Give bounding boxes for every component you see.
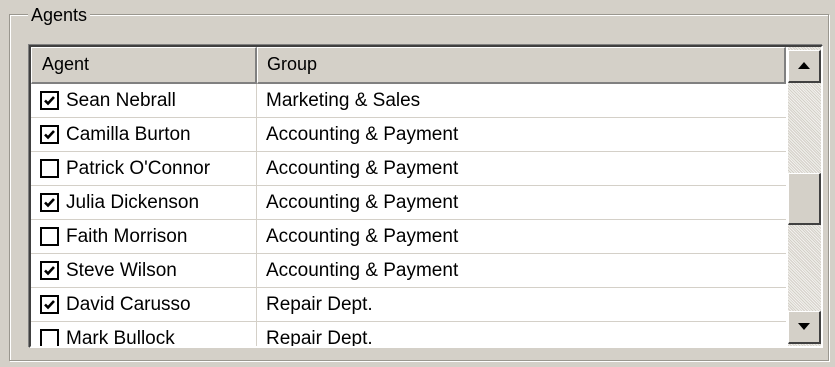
group-cell: Accounting & Payment — [266, 226, 459, 247]
group-cell: Accounting & Payment — [266, 192, 459, 213]
table-row[interactable]: David Carusso Repair Dept. — [31, 288, 786, 322]
group-cell: Repair Dept. — [266, 328, 373, 348]
column-header-agent[interactable]: Agent — [31, 47, 257, 84]
table-row[interactable]: Mark Bullock Repair Dept. — [31, 322, 786, 348]
agent-checkbox[interactable] — [40, 329, 59, 346]
table-row[interactable]: Sean Nebrall Marketing & Sales — [31, 84, 786, 118]
checkmark-icon — [44, 130, 55, 140]
group-cell: Repair Dept. — [266, 294, 373, 315]
agent-name: Camilla Burton — [66, 124, 191, 145]
agent-name: David Carusso — [66, 294, 191, 315]
agent-cell: Patrick O'Connor — [31, 152, 257, 185]
agent-name: Patrick O'Connor — [66, 158, 211, 179]
agent-checkbox[interactable] — [40, 125, 59, 144]
checkmark-icon — [44, 300, 55, 310]
arrow-up-icon — [798, 62, 810, 69]
agent-name: Steve Wilson — [66, 260, 177, 281]
agents-list-view[interactable]: Agent Group Sean Nebrall Marketing & Sal… — [29, 45, 823, 348]
agent-name: Julia Dickenson — [66, 192, 200, 213]
list-header: Agent Group — [31, 47, 786, 84]
scroll-down-button[interactable] — [788, 311, 821, 344]
agent-name: Sean Nebrall — [66, 90, 176, 111]
agent-cell: Julia Dickenson — [31, 186, 257, 219]
groupbox-title: Agents — [28, 5, 91, 25]
group-cell: Accounting & Payment — [266, 124, 459, 145]
scroll-up-button[interactable] — [788, 50, 821, 83]
agent-cell: Camilla Burton — [31, 118, 257, 151]
agent-cell: Steve Wilson — [31, 254, 257, 287]
group-cell: Accounting & Payment — [266, 260, 459, 281]
vertical-scrollbar[interactable] — [788, 47, 821, 346]
agent-cell: Faith Morrison — [31, 220, 257, 253]
checkmark-icon — [44, 198, 55, 208]
agent-cell: Sean Nebrall — [31, 84, 257, 117]
group-cell: Marketing & Sales — [266, 90, 421, 111]
agent-checkbox[interactable] — [40, 227, 59, 246]
agent-checkbox[interactable] — [40, 261, 59, 280]
agent-checkbox[interactable] — [40, 159, 59, 178]
table-row[interactable]: Camilla Burton Accounting & Payment — [31, 118, 786, 152]
group-cell: Accounting & Payment — [266, 158, 459, 179]
column-header-group[interactable]: Group — [257, 47, 786, 84]
table-row[interactable]: Julia Dickenson Accounting & Payment — [31, 186, 786, 220]
table-row[interactable]: Faith Morrison Accounting & Payment — [31, 220, 786, 254]
checkmark-icon — [44, 96, 55, 106]
agent-checkbox[interactable] — [40, 193, 59, 212]
agent-cell: Mark Bullock — [31, 322, 257, 348]
agent-name: Mark Bullock — [66, 328, 175, 348]
list-rows: Sean Nebrall Marketing & Sales Camilla B… — [31, 84, 786, 348]
agent-checkbox[interactable] — [40, 295, 59, 314]
arrow-down-icon — [798, 323, 810, 330]
agent-checkbox[interactable] — [40, 91, 59, 110]
scroll-thumb[interactable] — [788, 173, 821, 225]
checkmark-icon — [44, 266, 55, 276]
agent-cell: David Carusso — [31, 288, 257, 321]
agent-name: Faith Morrison — [66, 226, 188, 247]
table-row[interactable]: Steve Wilson Accounting & Payment — [31, 254, 786, 288]
table-row[interactable]: Patrick O'Connor Accounting & Payment — [31, 152, 786, 186]
